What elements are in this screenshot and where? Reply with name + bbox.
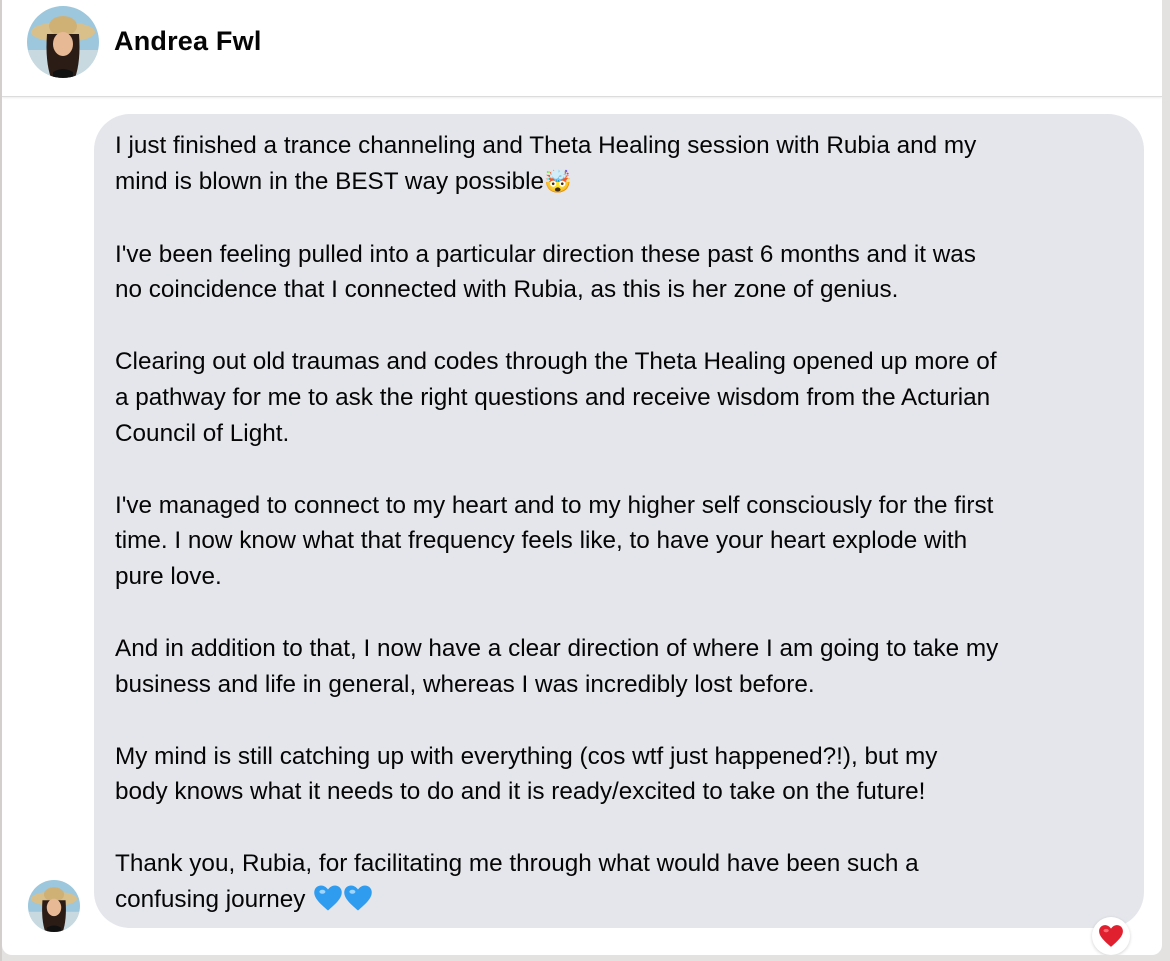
chat-header: Andrea Fwl	[2, 0, 1162, 97]
message-line: I just finished a trance channeling and …	[115, 132, 977, 159]
message-line: a pathway for me to ask the right questi…	[115, 383, 991, 411]
message-line: mind is blown in the BEST way possible🤯	[115, 167, 572, 195]
sender-avatar[interactable]	[28, 880, 80, 932]
contact-avatar[interactable]	[27, 6, 99, 78]
message-line: Thank you, Rubia, for facilitating me th…	[115, 850, 919, 878]
message-paragraph: Clearing out old traumas and codes throu…	[115, 344, 1124, 451]
message-line: Council of Light.	[115, 419, 290, 447]
red-heart-icon	[1099, 925, 1123, 947]
profile-photo-icon	[28, 880, 80, 932]
message-line: I've managed to connect to my heart and …	[115, 491, 994, 519]
exploding-head-emoji: 🤯	[544, 169, 572, 195]
message-paragraph: I just finished a trance channeling and …	[115, 128, 1124, 201]
message-line: And in addition to that, I now have a cl…	[115, 634, 999, 662]
message-line: business and life in general, whereas I …	[115, 670, 815, 698]
message-line: My mind is still catching up with everyt…	[115, 742, 938, 770]
message-line: time. I now know what that frequency fee…	[115, 527, 968, 555]
message-bubble[interactable]: I just finished a trance channeling and …	[94, 114, 1144, 928]
message-paragraph: I've managed to connect to my heart and …	[115, 488, 1124, 595]
blue-heart-icon	[314, 885, 343, 911]
profile-photo-icon	[27, 6, 99, 78]
message-paragraph: And in addition to that, I now have a cl…	[115, 631, 1124, 703]
message-line: no coincidence that I connected with Rub…	[115, 276, 899, 304]
heart-reaction[interactable]	[1092, 917, 1130, 955]
message-paragraph: Thank you, Rubia, for facilitating me th…	[115, 846, 1124, 923]
message-line: body knows what it needs to do and it is…	[115, 778, 926, 806]
blue-hearts	[313, 884, 373, 923]
contact-name[interactable]: Andrea Fwl	[114, 26, 262, 57]
message-line: I've been feeling pulled into a particul…	[115, 240, 976, 268]
blue-heart-icon	[344, 885, 373, 911]
message-line: Clearing out old traumas and codes throu…	[115, 348, 997, 376]
message-line: confusing journey	[115, 882, 1124, 923]
message-line: pure love.	[115, 563, 222, 591]
message-paragraph: My mind is still catching up with everyt…	[115, 739, 1124, 811]
message-paragraph: I've been feeling pulled into a particul…	[115, 237, 1124, 309]
message-text: I just finished a trance channeling and …	[115, 128, 1124, 923]
chat-window: Andrea Fwl I just finished a trance chan…	[2, 0, 1162, 955]
